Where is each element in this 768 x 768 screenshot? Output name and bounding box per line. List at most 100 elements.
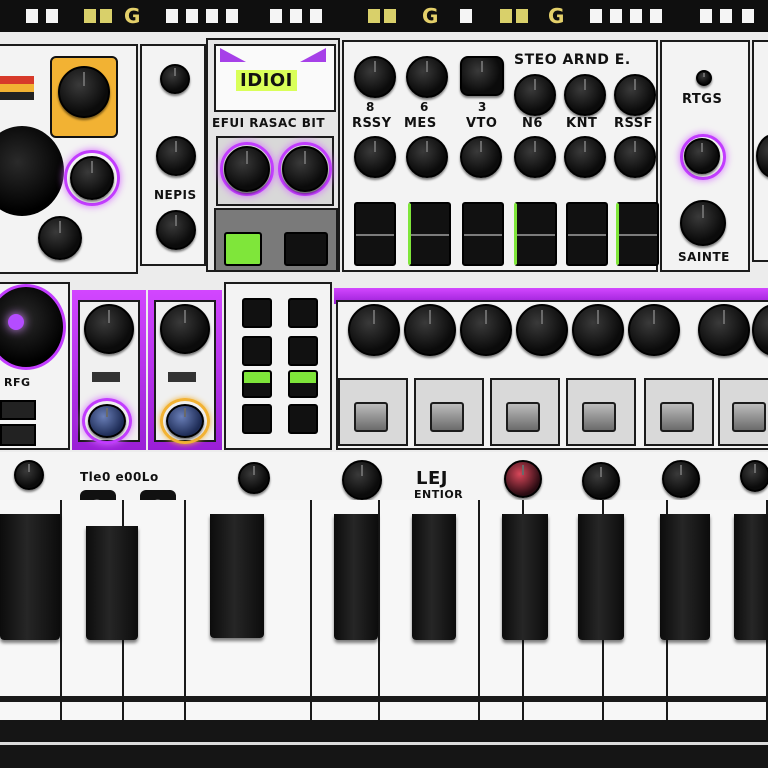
- mag2-slot: [168, 372, 196, 382]
- right-mid-label: SAINTE: [678, 250, 730, 264]
- stripe-label: G: [548, 4, 565, 28]
- key-knob-5[interactable]: [662, 460, 700, 498]
- mag2-knob[interactable]: [160, 304, 210, 354]
- key-knob-6[interactable]: [740, 460, 768, 492]
- key-knob-3[interactable]: [342, 460, 382, 500]
- nepis-knob-1[interactable]: [156, 136, 196, 176]
- row2-knob-3[interactable]: [460, 136, 502, 178]
- key-knob-1[interactable]: [14, 460, 44, 490]
- grid-pad-6[interactable]: [288, 370, 318, 398]
- stripe-cell: [290, 9, 302, 23]
- grid-pad-4[interactable]: [288, 336, 318, 366]
- lcd-knob-right[interactable]: [282, 146, 328, 192]
- stripe-cell: [720, 9, 732, 23]
- black-key[interactable]: [86, 526, 138, 640]
- lcd-caption: EFUI RASAC BIT: [212, 116, 326, 130]
- stripe-cell: [630, 9, 642, 23]
- row1-knob-6[interactable]: [614, 74, 656, 116]
- dark-pad[interactable]: [284, 232, 328, 266]
- step-pad-6[interactable]: [616, 202, 659, 266]
- left-switch-1[interactable]: [0, 400, 36, 420]
- row1-knob-4[interactable]: [514, 74, 556, 116]
- step-pad-1[interactable]: [354, 202, 396, 266]
- row2-knob-1[interactable]: [354, 136, 396, 178]
- grid-pad-7[interactable]: [242, 404, 272, 434]
- mix-knob-7[interactable]: [698, 304, 750, 356]
- red-knob[interactable]: [504, 460, 542, 498]
- stripe-cell: [100, 9, 112, 23]
- grid-pad-1[interactable]: [242, 298, 272, 328]
- fader-4[interactable]: [582, 402, 616, 432]
- row1-knob-2[interactable]: [406, 56, 448, 98]
- nepis-label: NEPIS: [154, 188, 197, 202]
- fader-2[interactable]: [430, 402, 464, 432]
- fader-5[interactable]: [660, 402, 694, 432]
- black-key[interactable]: [334, 514, 378, 640]
- row2-knob-6[interactable]: [614, 136, 656, 178]
- right-ring-knob[interactable]: [684, 138, 720, 174]
- mag1-knob[interactable]: [84, 304, 134, 354]
- lcd-text: IDIOI: [236, 70, 297, 91]
- row2-knob-4[interactable]: [514, 136, 556, 178]
- row-num-1: 8: [366, 100, 375, 114]
- row2-knob-5[interactable]: [564, 136, 606, 178]
- lcd-knob-left[interactable]: [224, 146, 270, 192]
- mix-knob-3[interactable]: [460, 304, 512, 356]
- mix-knob-2[interactable]: [404, 304, 456, 356]
- row1-knob-5[interactable]: [564, 74, 606, 116]
- row1-knob-1[interactable]: [354, 56, 396, 98]
- black-key[interactable]: [502, 514, 548, 640]
- mag2-lower-knob[interactable]: [166, 404, 204, 438]
- fader-6[interactable]: [732, 402, 766, 432]
- right-tiny-knob[interactable]: [696, 70, 712, 86]
- mag1-lower-knob[interactable]: [88, 404, 126, 438]
- mag1-slot: [92, 372, 120, 382]
- mix-knob-4[interactable]: [516, 304, 568, 356]
- black-key[interactable]: [0, 514, 60, 640]
- grid-pad-2[interactable]: [288, 298, 318, 328]
- stripe-cell: [84, 9, 96, 23]
- fader-1[interactable]: [354, 402, 388, 432]
- left-small-knob[interactable]: [38, 216, 82, 260]
- left-switch-2[interactable]: [0, 424, 36, 446]
- nepis-knob-2[interactable]: [156, 210, 196, 250]
- left-ring-knob[interactable]: [70, 156, 114, 200]
- black-key[interactable]: [210, 514, 264, 638]
- mix-knob-5[interactable]: [572, 304, 624, 356]
- step-pad-3[interactable]: [462, 202, 504, 266]
- mix-knob-6[interactable]: [628, 304, 680, 356]
- black-key[interactable]: [578, 514, 624, 640]
- right-big-knob[interactable]: [680, 200, 726, 246]
- header-right-label: STEO ARND E.: [514, 52, 631, 68]
- row-num-2: 6: [420, 100, 429, 114]
- black-key[interactable]: [734, 514, 768, 640]
- green-pad[interactable]: [224, 232, 262, 266]
- grid-pad-8[interactable]: [288, 404, 318, 434]
- key-knob-2[interactable]: [238, 462, 270, 494]
- step-pad-5[interactable]: [566, 202, 608, 266]
- row1-knob-3[interactable]: [460, 56, 504, 96]
- row2-knob-2[interactable]: [406, 136, 448, 178]
- nepis-top-knob[interactable]: [160, 64, 190, 94]
- stripe-cell: [186, 9, 198, 23]
- key-knob-4[interactable]: [582, 462, 620, 500]
- fader-3[interactable]: [506, 402, 540, 432]
- mix-knob-1[interactable]: [348, 304, 400, 356]
- key-rail: [0, 696, 768, 702]
- row-num-3: 3: [478, 100, 487, 114]
- stripe-label: G: [422, 4, 439, 28]
- violet-led: [8, 314, 24, 330]
- grid-pad-5[interactable]: [242, 370, 272, 398]
- step-pad-2[interactable]: [408, 202, 451, 266]
- stripe-cell: [270, 9, 282, 23]
- yellow-plate-knob[interactable]: [58, 66, 110, 118]
- row-label-4: N6: [522, 116, 543, 131]
- black-key[interactable]: [660, 514, 710, 640]
- stripe-cell: [26, 9, 38, 23]
- black-key[interactable]: [412, 514, 456, 640]
- stripe-cell: [590, 9, 602, 23]
- stripe-label: G: [124, 4, 141, 28]
- flag-badge: [0, 76, 34, 100]
- grid-pad-3[interactable]: [242, 336, 272, 366]
- step-pad-4[interactable]: [514, 202, 557, 266]
